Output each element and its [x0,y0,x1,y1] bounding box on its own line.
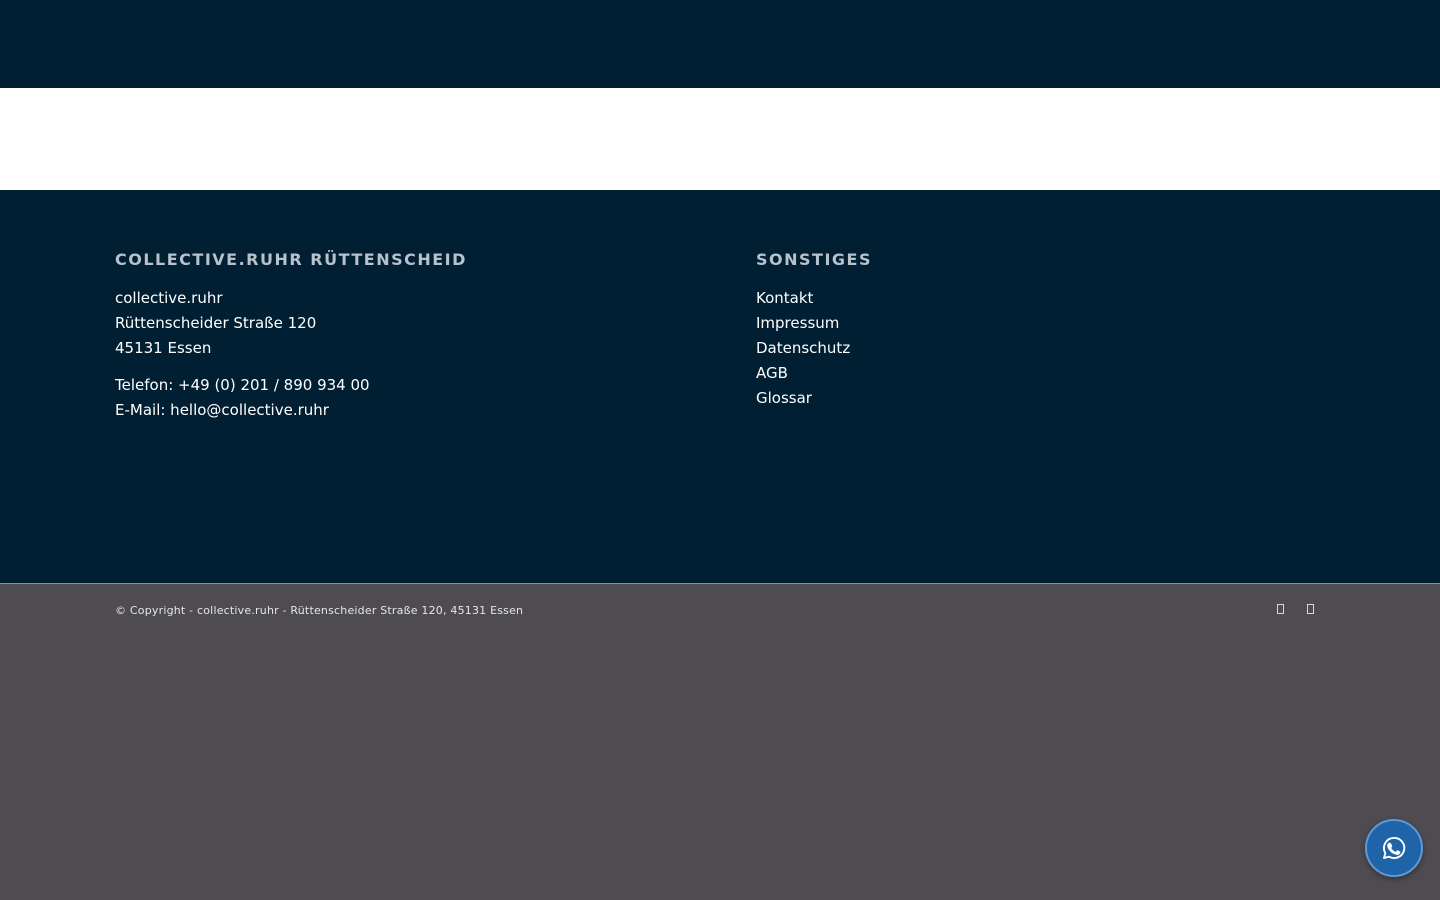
contact-heading: COLLECTIVE.RUHR RÜTTENSCHEID [115,250,467,269]
city-address: 45131 Essen [115,339,212,357]
links-heading: SONSTIGES [756,250,872,269]
footer: COLLECTIVE.RUHR RÜTTENSCHEID collective.… [0,190,1440,584]
header-band [0,0,1440,88]
link-kontakt[interactable]: Kontakt [756,286,1316,311]
content-band [0,88,1440,190]
street-address: Rüttenscheider Straße 120 [115,314,317,332]
link-datenschutz[interactable]: Datenschutz [756,336,1316,361]
whatsapp-icon [1383,836,1406,860]
email-link[interactable]: E-Mail: hello@collective.ruhr [115,398,675,423]
social-icon[interactable] [1303,601,1317,617]
link-impressum[interactable]: Impressum [756,311,1316,336]
footer-contact-column: COLLECTIVE.RUHR RÜTTENSCHEID collective.… [115,250,675,423]
company-name: collective.ruhr [115,289,223,307]
social-icon[interactable] [1273,601,1287,617]
whatsapp-chat-button[interactable] [1365,819,1423,877]
footer-links-column: SONSTIGES Kontakt Impressum Datenschutz … [756,250,1316,411]
link-agb[interactable]: AGB [756,361,1316,386]
copyright-text: © Copyright - collective.ruhr - Rüttensc… [115,604,524,617]
link-glossar[interactable]: Glossar [756,386,1316,411]
socket-bar: © Copyright - collective.ruhr - Rüttensc… [0,585,1440,900]
phone-link[interactable]: Telefon: +49 (0) 201 / 890 934 00 [115,373,675,398]
